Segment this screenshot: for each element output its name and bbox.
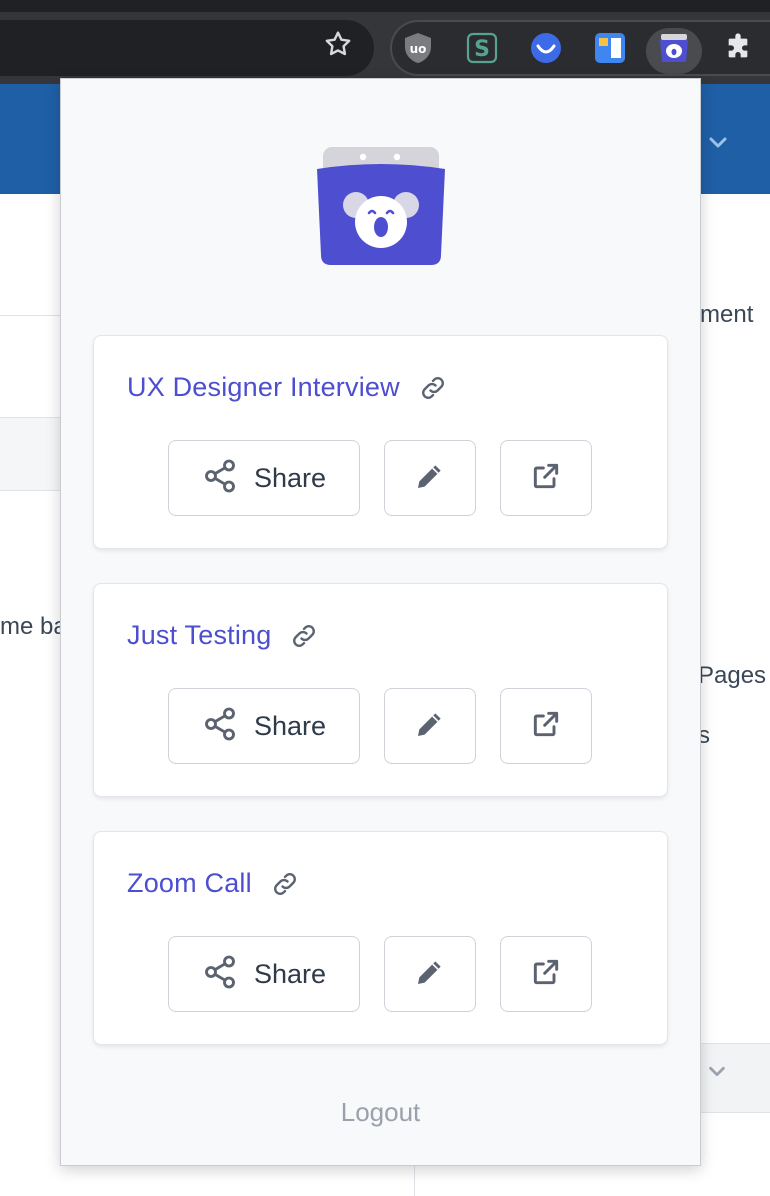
open-external-button[interactable] xyxy=(500,688,592,764)
background-text: ment xyxy=(700,301,754,328)
pencil-icon xyxy=(414,956,446,993)
meeting-card: Just Testing Share xyxy=(93,583,668,797)
background-divider-vertical xyxy=(414,1166,415,1196)
background-text: Pages xyxy=(698,662,767,689)
chevron-down-icon[interactable] xyxy=(706,130,730,154)
link-icon[interactable] xyxy=(289,621,319,651)
meeting-card: Zoom Call Share xyxy=(93,831,668,1045)
link-icon[interactable] xyxy=(270,869,300,899)
s-extension-icon[interactable]: S xyxy=(466,32,498,64)
koala-extension-icon[interactable] xyxy=(658,32,690,64)
share-icon xyxy=(202,458,238,499)
meeting-title-text[interactable]: UX Designer Interview xyxy=(127,372,400,403)
edit-button[interactable] xyxy=(384,936,476,1012)
open-external-button[interactable] xyxy=(500,440,592,516)
svg-text:uo: uo xyxy=(410,42,427,56)
koala-logo-icon xyxy=(317,145,445,269)
meeting-title-text[interactable]: Zoom Call xyxy=(127,868,252,899)
meeting-title[interactable]: Just Testing xyxy=(127,620,319,651)
pencil-icon xyxy=(414,708,446,745)
smile-extension-icon[interactable] xyxy=(530,32,562,64)
browser-toolbar: uo S xyxy=(0,12,770,84)
blue-yellow-extension-icon[interactable] xyxy=(594,32,626,64)
meeting-title[interactable]: Zoom Call xyxy=(127,868,300,899)
meeting-card: UX Designer Interview Share xyxy=(93,335,668,549)
background-row xyxy=(700,1043,770,1113)
share-button[interactable]: Share xyxy=(168,936,360,1012)
external-link-icon xyxy=(530,460,562,497)
share-label: Share xyxy=(253,958,327,989)
meeting-title[interactable]: UX Designer Interview xyxy=(127,372,448,403)
puzzle-icon[interactable] xyxy=(722,32,754,64)
external-link-icon xyxy=(530,956,562,993)
meeting-title-text[interactable]: Just Testing xyxy=(127,620,271,651)
browser-tab-strip xyxy=(0,0,770,12)
pencil-icon xyxy=(414,460,446,497)
bookmark-star-icon[interactable] xyxy=(322,28,354,60)
extension-popup: UX Designer Interview Share Just Testing xyxy=(60,78,701,1166)
background-divider xyxy=(0,315,60,316)
background-row xyxy=(0,417,60,491)
extensions-tray xyxy=(390,20,770,76)
svg-text:S: S xyxy=(474,37,490,62)
share-label: Share xyxy=(253,710,327,741)
edit-button[interactable] xyxy=(384,440,476,516)
share-button[interactable]: Share xyxy=(168,688,360,764)
chevron-down-icon[interactable] xyxy=(706,1060,728,1087)
open-external-button[interactable] xyxy=(500,936,592,1012)
share-button[interactable]: Share xyxy=(168,440,360,516)
link-icon[interactable] xyxy=(418,373,448,403)
share-label: Share xyxy=(253,462,327,493)
share-icon xyxy=(202,954,238,995)
share-icon xyxy=(202,706,238,747)
ublock-origin-icon[interactable]: uo xyxy=(402,32,434,64)
logout-link[interactable]: Logout xyxy=(61,1097,700,1128)
address-bar[interactable] xyxy=(0,20,374,76)
edit-button[interactable] xyxy=(384,688,476,764)
background-text: me ba xyxy=(0,613,67,640)
external-link-icon xyxy=(530,708,562,745)
